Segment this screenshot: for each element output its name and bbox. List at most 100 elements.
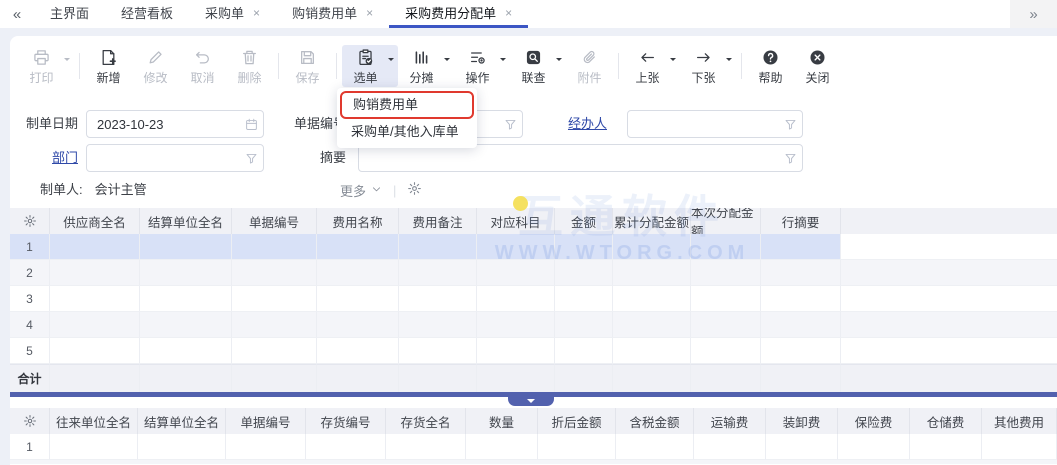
grid-cell[interactable] [399,338,477,364]
下张-button[interactable]: 下张 [680,45,736,87]
grid-cell[interactable] [138,434,226,460]
grid-cell[interactable] [691,312,761,338]
grid-cell[interactable] [555,312,613,338]
grid-cell[interactable] [761,338,841,364]
grid-cell[interactable] [50,286,140,312]
新增-button[interactable]: 新增 [85,45,132,87]
grid-cell[interactable] [555,234,613,260]
filter-icon[interactable] [498,118,522,131]
grid-cell[interactable] [140,338,232,364]
splitter-collapse-handle[interactable] [508,397,554,406]
department-input[interactable] [86,144,264,172]
grid-cell[interactable] [761,234,841,260]
grid-cell[interactable] [761,312,841,338]
上张-button[interactable]: 上张 [624,45,680,87]
caret-down-icon[interactable] [64,58,70,64]
grid-cell[interactable] [466,434,538,460]
grid-cell[interactable] [386,434,466,460]
grid-cell[interactable] [140,234,232,260]
row-number-cell[interactable]: 2 [10,260,50,286]
tab-close-icon[interactable]: × [366,7,373,19]
caret-down-icon[interactable] [670,58,676,64]
collapse-tabs-icon[interactable]: « [0,0,34,28]
grid-cell[interactable] [477,312,555,338]
caret-down-icon[interactable] [500,58,506,64]
tab-close-icon[interactable]: × [253,7,260,19]
grid-cell[interactable] [477,234,555,260]
grid-cell[interactable] [477,338,555,364]
more-button[interactable]: 更多 [340,181,366,200]
操作-button[interactable]: 操作 [454,45,510,87]
grid-cell[interactable] [766,434,838,460]
grid-cell[interactable] [140,312,232,338]
row-number-cell[interactable]: 4 [10,312,50,338]
grid-cell[interactable] [399,234,477,260]
关闭-button[interactable]: 关闭 [794,45,841,87]
table-row[interactable]: 1 [10,234,1057,260]
grid-cell[interactable] [306,434,386,460]
grid-cell[interactable] [50,338,140,364]
grid-settings-gear-icon[interactable] [10,408,50,434]
grid-cell[interactable] [317,338,399,364]
grid-cell[interactable] [317,260,399,286]
grid-cell[interactable] [538,434,616,460]
caret-down-icon[interactable] [388,58,394,64]
grid-cell[interactable] [691,338,761,364]
grid-cell[interactable] [613,312,691,338]
grid-cell[interactable] [613,286,691,312]
grid-cell[interactable] [399,286,477,312]
calendar-icon[interactable] [239,118,263,131]
帮助-button[interactable]: 帮助 [747,45,794,87]
选单-button[interactable]: 选单 [342,45,398,87]
grid-cell[interactable] [555,260,613,286]
grid-cell[interactable] [232,312,317,338]
tab-采购单[interactable]: 采购单× [189,0,276,28]
grid-cell[interactable] [613,338,691,364]
caret-down-icon[interactable] [556,58,562,64]
table-row[interactable]: 3 [10,286,1057,312]
grid-cell[interactable] [616,434,694,460]
grid-cell[interactable] [691,286,761,312]
table-row[interactable]: 4 [10,312,1057,338]
table-row[interactable]: 5 [10,338,1057,364]
grid-cell[interactable] [317,286,399,312]
grid-cell[interactable] [399,260,477,286]
grid-cell[interactable] [140,286,232,312]
dropdown-item-采购单/其他入库单[interactable]: 采购单/其他入库单 [337,120,477,144]
grid-cell[interactable] [613,260,691,286]
grid-cell[interactable] [232,260,317,286]
grid-cell[interactable] [226,434,306,460]
form-settings-gear-icon[interactable] [407,181,422,199]
filter-icon[interactable] [778,152,802,165]
table-row[interactable]: 2 [10,260,1057,286]
grid-cell[interactable] [910,434,982,460]
tab-经营看板[interactable]: 经营看板 [105,0,189,28]
department-link[interactable]: 部门 [28,144,78,172]
grid-cell[interactable] [838,434,910,460]
grid-cell[interactable] [317,312,399,338]
grid-cell[interactable] [761,260,841,286]
grid-cell[interactable] [761,286,841,312]
grid-cell[interactable] [477,260,555,286]
分摊-button[interactable]: 分摊 [398,45,454,87]
grid-cell[interactable] [477,286,555,312]
make-date-input[interactable] [86,110,264,138]
联查-button[interactable]: 联查 [510,45,566,87]
tab-购销费用单[interactable]: 购销费用单× [276,0,389,28]
tab-overflow-button[interactable]: » [1010,0,1057,28]
dropdown-item-购销费用单[interactable]: 购销费用单 [342,93,472,117]
caret-down-icon[interactable] [444,58,450,64]
grid-cell[interactable] [691,260,761,286]
grid-cell[interactable] [555,286,613,312]
filter-icon[interactable] [239,152,263,165]
grid-cell[interactable] [555,338,613,364]
grid-cell[interactable] [982,434,1057,460]
grid-cell[interactable] [50,312,140,338]
operator-input[interactable] [627,110,803,138]
tab-主界面[interactable]: 主界面 [34,0,105,28]
tab-close-icon[interactable]: × [505,7,512,19]
grid-settings-gear-icon[interactable] [10,208,50,234]
grid-cell[interactable] [399,312,477,338]
grid-cell[interactable] [140,260,232,286]
tab-采购费用分配单[interactable]: 采购费用分配单× [389,0,528,28]
